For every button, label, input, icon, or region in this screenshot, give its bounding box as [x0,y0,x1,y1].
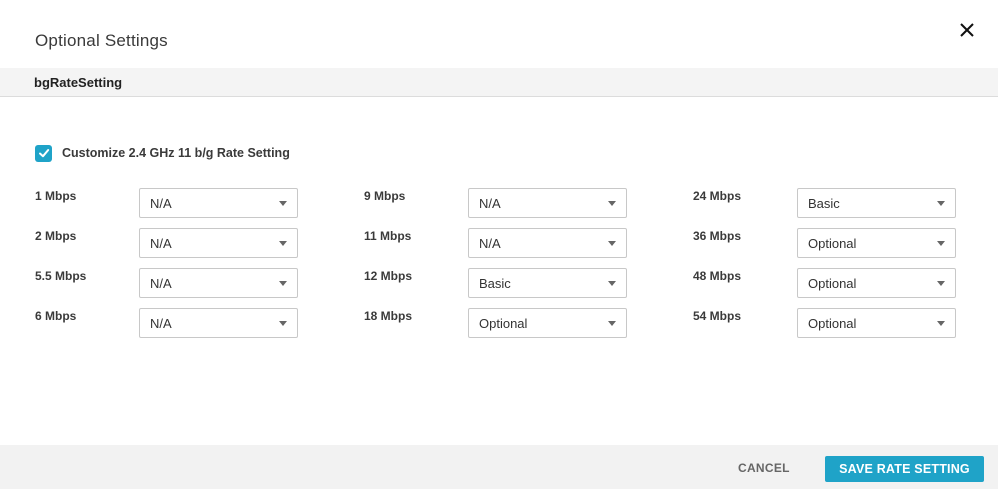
rate-label-1mbps: 1 Mbps [35,189,77,203]
rate-label-54mbps: 54 Mbps [693,309,742,323]
rate-select-value: N/A [150,316,172,331]
caret-down-icon [608,201,616,206]
rate-select-6mbps[interactable]: N/A [139,308,298,338]
rate-label-9mbps: 9 Mbps [364,189,406,203]
rate-label-36mbps: 36 Mbps [693,229,742,243]
dialog-footer: CANCEL SAVE RATE SETTING [0,445,998,489]
rate-select-54mbps[interactable]: Optional [797,308,956,338]
rate-label-18mbps: 18 Mbps [364,309,413,323]
close-button[interactable] [956,19,978,41]
rate-select-value: Optional [808,276,857,291]
rate-select-9mbps[interactable]: N/A [468,188,627,218]
caret-down-icon [279,281,287,286]
customize-rate-row: Customize 2.4 GHz 11 b/g Rate Setting [35,144,290,162]
rate-select-value: Basic [808,196,840,211]
rate-label-48mbps: 48 Mbps [693,269,742,283]
caret-down-icon [279,321,287,326]
rate-label-12mbps: 12 Mbps [364,269,413,283]
save-rate-setting-button[interactable]: SAVE RATE SETTING [825,456,984,482]
rate-select-value: N/A [150,196,172,211]
rate-select-24mbps[interactable]: Basic [797,188,956,218]
dialog-title: Optional Settings [35,31,168,50]
rate-label-2mbps: 2 Mbps [35,229,77,243]
rate-select-value: Optional [808,236,857,251]
rate-select-value: N/A [479,196,501,211]
rate-label-6mbps: 6 Mbps [35,309,77,323]
rate-select-48mbps[interactable]: Optional [797,268,956,298]
caret-down-icon [937,281,945,286]
caret-down-icon [937,201,945,206]
customize-rate-label: Customize 2.4 GHz 11 b/g Rate Setting [62,146,290,160]
rate-select-value: N/A [150,236,172,251]
rate-select-value: N/A [150,276,172,291]
rate-select-value: Optional [808,316,857,331]
rate-label-11mbps: 11 Mbps [364,229,412,243]
rate-select-18mbps[interactable]: Optional [468,308,627,338]
caret-down-icon [608,321,616,326]
caret-down-icon [937,321,945,326]
rate-select-5-5mbps[interactable]: N/A [139,268,298,298]
rate-label-5-5mbps: 5.5 Mbps [35,269,87,283]
rate-select-11mbps[interactable]: N/A [468,228,627,258]
close-icon [960,23,974,37]
caret-down-icon [608,281,616,286]
rate-select-value: N/A [479,236,501,251]
caret-down-icon [937,241,945,246]
rate-select-2mbps[interactable]: N/A [139,228,298,258]
cancel-button[interactable]: CANCEL [738,461,790,475]
rate-select-1mbps[interactable]: N/A [139,188,298,218]
checkmark-icon [38,149,49,158]
section-header: bgRateSetting [0,68,998,97]
rate-select-12mbps[interactable]: Basic [468,268,627,298]
rate-select-value: Optional [479,316,528,331]
rate-label-24mbps: 24 Mbps [693,189,742,203]
caret-down-icon [279,201,287,206]
rate-select-value: Basic [479,276,511,291]
customize-rate-checkbox[interactable] [35,144,52,162]
rate-select-36mbps[interactable]: Optional [797,228,956,258]
section-title: bgRateSetting [34,75,123,90]
caret-down-icon [608,241,616,246]
caret-down-icon [279,241,287,246]
optional-settings-dialog: Optional Settings bgRateSetting Customiz… [0,0,998,489]
